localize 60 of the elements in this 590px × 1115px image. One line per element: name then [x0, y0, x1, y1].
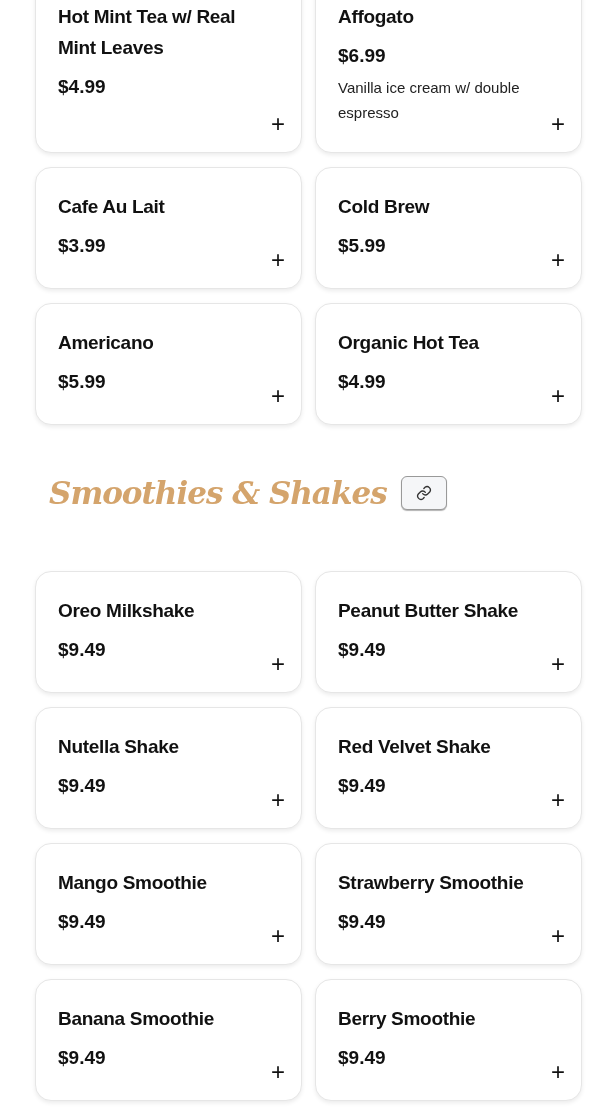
item-name: Mango Smoothie	[58, 871, 208, 895]
menu-card[interactable]: Oreo Milkshake $9.49 +	[35, 571, 302, 693]
item-price: $9.49	[58, 774, 106, 798]
menu-card[interactable]: Red Velvet Shake $9.49 +	[315, 707, 582, 829]
item-name: Nutella Shake	[58, 735, 180, 759]
item-price: $9.49	[58, 910, 106, 934]
item-price: $6.99	[338, 44, 386, 68]
item-price: $5.99	[58, 370, 106, 394]
add-button[interactable]: +	[271, 652, 285, 676]
item-name: Cafe Au Lait	[58, 195, 166, 219]
item-description: Vanilla ice cream w/ double espresso	[338, 78, 521, 123]
item-price: $9.49	[338, 774, 386, 798]
menu-card[interactable]: Peanut Butter Shake $9.49 +	[315, 571, 582, 693]
add-button[interactable]: +	[271, 924, 285, 948]
item-name: Hot Mint Tea w/ Real Mint Leaves	[58, 5, 237, 60]
add-button[interactable]: +	[271, 788, 285, 812]
add-button[interactable]: +	[271, 248, 285, 272]
menu-card[interactable]: Nutella Shake $9.49 +	[35, 707, 302, 829]
item-name: Strawberry Smoothie	[338, 871, 525, 895]
add-button[interactable]: +	[551, 788, 565, 812]
add-button[interactable]: +	[551, 652, 565, 676]
menu-card[interactable]: Cold Brew $5.99 +	[315, 167, 582, 289]
item-name: Banana Smoothie	[58, 1007, 215, 1031]
item-price: $9.49	[58, 1046, 106, 1070]
add-button[interactable]: +	[551, 112, 565, 136]
item-name: Peanut Butter Shake	[338, 599, 520, 623]
item-price: $5.99	[338, 234, 386, 258]
add-button[interactable]: +	[551, 1060, 565, 1084]
section-heading: Smoothies & Shakes	[49, 474, 387, 513]
menu-card[interactable]: Cafe Au Lait $3.99 +	[35, 167, 302, 289]
add-button[interactable]: +	[271, 112, 285, 136]
item-price: $4.99	[338, 370, 386, 394]
item-price: $9.49	[338, 1046, 386, 1070]
item-name: Americano	[58, 331, 155, 355]
link-icon	[415, 485, 432, 501]
add-button[interactable]: +	[551, 248, 565, 272]
item-name: Oreo Milkshake	[58, 599, 196, 623]
item-name: Cold Brew	[338, 195, 431, 219]
item-price: $9.49	[58, 638, 106, 662]
copy-link-button[interactable]	[400, 476, 447, 510]
item-name: Organic Hot Tea	[338, 331, 480, 355]
item-price: $9.49	[338, 910, 386, 934]
add-button[interactable]: +	[551, 924, 565, 948]
item-name: Affogato	[338, 5, 415, 29]
add-button[interactable]: +	[271, 384, 285, 408]
menu-card[interactable]: Strawberry Smoothie $9.49 +	[315, 843, 582, 965]
item-name: Red Velvet Shake	[338, 735, 492, 759]
item-price: $4.99	[58, 75, 106, 99]
item-price: $3.99	[58, 234, 106, 258]
item-price: $9.49	[338, 638, 386, 662]
item-name: Berry Smoothie	[338, 1007, 477, 1031]
menu-card[interactable]: Organic Hot Tea $4.99 +	[315, 303, 582, 425]
menu-card[interactable]: Berry Smoothie $9.49 +	[315, 979, 582, 1101]
menu-card[interactable]: Hot Mint Tea w/ Real Mint Leaves $4.99 +	[35, 0, 302, 153]
menu-card[interactable]: Americano $5.99 +	[35, 303, 302, 425]
add-button[interactable]: +	[271, 1060, 285, 1084]
menu-card[interactable]: Affogato $6.99 Vanilla ice cream w/ double espresso +	[315, 0, 582, 153]
add-button[interactable]: +	[551, 384, 565, 408]
menu-card[interactable]: Banana Smoothie $9.49 +	[35, 979, 302, 1101]
menu-card[interactable]: Mango Smoothie $9.49 +	[35, 843, 302, 965]
